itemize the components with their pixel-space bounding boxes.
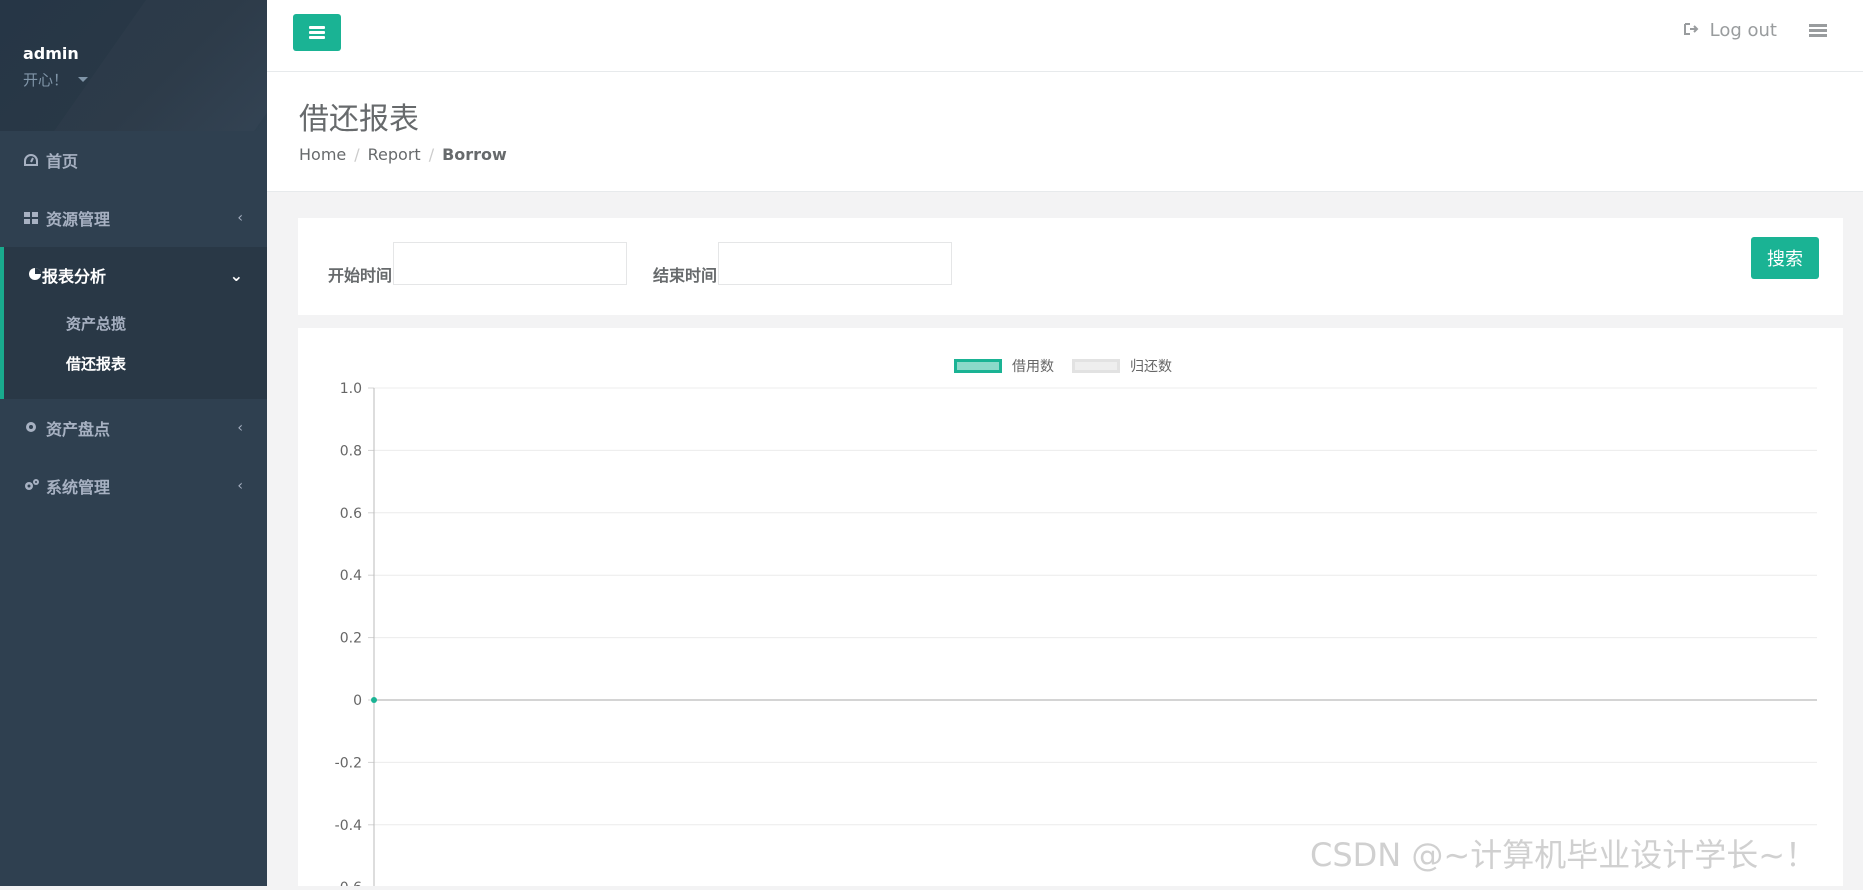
- line-chart: 1.0 0.8 0.6 0.4 0.2 0 -0.2 -0.4 -0.6: [335, 381, 1817, 890]
- y-tick-label: 1.0: [340, 381, 362, 397]
- start-time-input[interactable]: [393, 242, 627, 285]
- menu-toggle-button[interactable]: [293, 14, 341, 51]
- sidebar-item-home[interactable]: 首页: [0, 131, 267, 189]
- logout-label: Log out: [1709, 20, 1777, 41]
- page-title: 借还报表: [299, 102, 419, 137]
- hamburger-icon: [309, 24, 325, 41]
- start-time-label: 开始时间: [328, 266, 393, 285]
- sidebar-item-inventory[interactable]: 资产盘点 ‹: [0, 399, 267, 457]
- caret-down-icon: [78, 77, 89, 82]
- sidebar-item-system[interactable]: 系统管理 ‹: [0, 457, 267, 515]
- grid-icon: [24, 209, 42, 228]
- search-button[interactable]: 搜索: [1751, 237, 1819, 279]
- breadcrumb-current: Borrow: [442, 145, 507, 164]
- cogs-icon: [24, 477, 42, 496]
- sidebar-item-label: 系统管理: [46, 478, 111, 497]
- user-status-dropdown[interactable]: 开心！: [23, 69, 267, 90]
- legend-label-borrow: 借用数: [1012, 359, 1054, 375]
- gear-icon: [24, 419, 42, 438]
- sidebar-group-reports: 报表分析 ⌄ 资产总揽 借还报表: [0, 247, 267, 399]
- sidebar-item-label: 首页: [46, 152, 79, 171]
- legend-label-return: 归还数: [1130, 359, 1172, 375]
- breadcrumb-separator: /: [354, 145, 360, 164]
- chart-panel: 借用数 归还数 1.0 0.8 0.6 0.4 0.2 0 -0.2 -0.4 -0.6: [298, 328, 1843, 890]
- data-point-borrow[interactable]: [371, 697, 377, 703]
- right-sidebar-toggle-icon[interactable]: [1809, 24, 1827, 39]
- breadcrumb-home[interactable]: Home: [299, 145, 346, 164]
- sidebar-subitem-asset-overview[interactable]: 资产总揽: [28, 303, 267, 343]
- breadcrumb-report[interactable]: Report: [368, 145, 421, 164]
- page-heading: 借还报表 Home / Report / Borrow: [267, 72, 1863, 192]
- y-tick-label: 0.4: [340, 568, 362, 584]
- top-navbar: Log out: [267, 0, 1863, 72]
- y-tick-label: 0.6: [340, 506, 362, 522]
- sidebar: admin 开心！ 首页 资源管理 ‹ 报表分析 ⌄ 资产总揽 借还报表 资产盘…: [0, 0, 267, 886]
- chart-legend: 借用数 归还数: [954, 356, 1172, 376]
- sidebar-item-resources[interactable]: 资源管理 ‹: [0, 189, 267, 247]
- breadcrumb-separator: /: [428, 145, 435, 164]
- breadcrumb: Home / Report / Borrow: [299, 145, 507, 164]
- y-tick-label: 0.8: [340, 443, 362, 459]
- y-tick-label: 0: [353, 693, 362, 709]
- chevron-left-icon: ‹: [237, 210, 243, 226]
- sidebar-subitem-borrow-report[interactable]: 借还报表: [28, 343, 267, 383]
- profile-header: admin 开心！: [0, 0, 267, 131]
- sign-out-icon: [1683, 20, 1700, 41]
- y-tick-label: -0.2: [335, 755, 362, 771]
- end-time-label: 结束时间: [653, 266, 718, 285]
- chevron-left-icon: ‹: [237, 420, 243, 436]
- y-tick-label: -0.4: [335, 818, 362, 834]
- end-time-input[interactable]: [718, 242, 952, 285]
- chevron-down-icon: ⌄: [229, 265, 243, 285]
- logout-link[interactable]: Log out: [1683, 20, 1777, 41]
- watermark: CSDN @~计算机毕业设计学长~！: [1310, 836, 1818, 874]
- dashboard-icon: [24, 151, 42, 170]
- chevron-left-icon: ‹: [237, 478, 243, 494]
- search-panel: 开始时间 结束时间 搜索: [298, 218, 1843, 315]
- y-tick-label: -0.6: [335, 880, 362, 886]
- user-name[interactable]: admin: [23, 44, 267, 63]
- pie-chart-icon: [28, 266, 42, 285]
- sidebar-item-reports[interactable]: 报表分析 ⌄: [28, 247, 267, 303]
- user-mood: 开心！: [23, 71, 69, 89]
- y-tick-label: 0.2: [340, 631, 362, 647]
- sidebar-item-label: 资源管理: [46, 210, 111, 229]
- legend-swatch-borrow[interactable]: [954, 359, 1002, 373]
- sidebar-item-label: 报表分析: [42, 267, 107, 286]
- legend-swatch-return[interactable]: [1072, 359, 1120, 373]
- sidebar-item-label: 资产盘点: [46, 420, 111, 439]
